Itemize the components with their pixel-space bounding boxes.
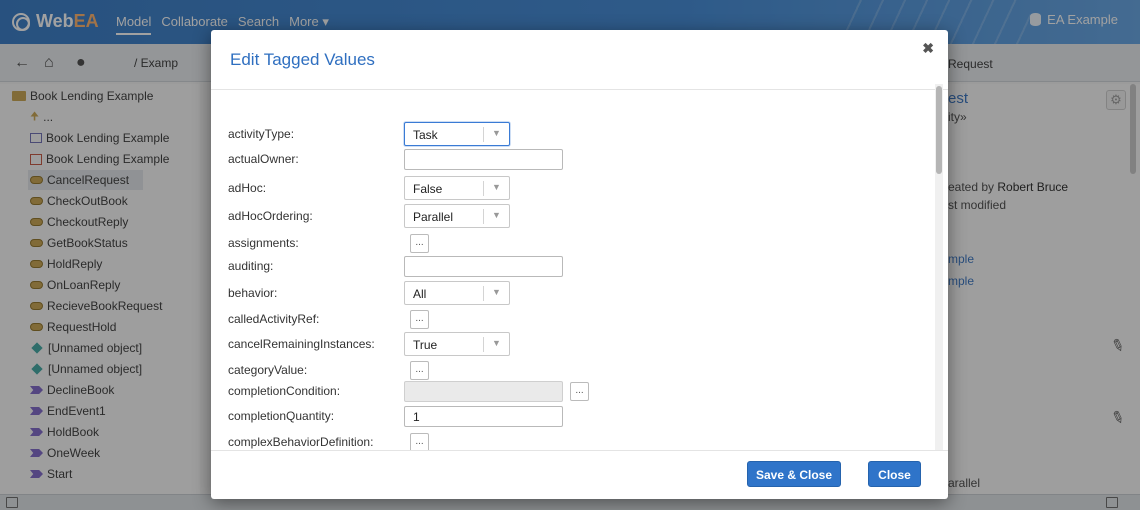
tag-name-label: auditing: bbox=[228, 259, 274, 273]
tag-name-label: adHoc: bbox=[228, 181, 267, 195]
tagged-value-row: activityType: Task ▼ bbox=[211, 122, 935, 146]
tagged-value-row: completionCondition:... bbox=[211, 379, 935, 403]
tag-value-input bbox=[404, 381, 563, 402]
ellipsis-button[interactable]: ... bbox=[410, 310, 429, 329]
chevron-down-icon: ▼ bbox=[492, 287, 501, 297]
tag-name-label: calledActivityRef: bbox=[228, 312, 320, 326]
ellipsis-button[interactable]: ... bbox=[570, 382, 589, 401]
ellipsis-button[interactable]: ... bbox=[410, 433, 429, 450]
tagged-value-row: adHocOrdering: Parallel ▼ bbox=[211, 204, 935, 228]
select-divider bbox=[483, 337, 484, 352]
tag-name-label: adHocOrdering: bbox=[228, 209, 313, 223]
tagged-value-row: calledActivityRef:... bbox=[211, 307, 935, 331]
select-divider bbox=[483, 181, 484, 196]
save-and-close-button[interactable]: Save & Close bbox=[747, 461, 841, 487]
select-value: True bbox=[413, 338, 438, 352]
input-value: 1 bbox=[413, 410, 420, 424]
tag-value-select[interactable]: Task ▼ bbox=[404, 122, 510, 146]
tag-value-input[interactable]: 1 bbox=[404, 406, 563, 427]
tagged-value-row: auditing: bbox=[211, 254, 935, 278]
tag-name-label: actualOwner: bbox=[228, 152, 299, 166]
close-icon[interactable]: ✖ bbox=[922, 40, 934, 57]
close-button[interactable]: Close bbox=[868, 461, 921, 487]
tag-value-select[interactable]: Parallel ▼ bbox=[404, 204, 510, 228]
tag-value-select[interactable]: False ▼ bbox=[404, 176, 510, 200]
tagged-value-row: cancelRemainingInstances: True ▼ bbox=[211, 332, 935, 356]
divider bbox=[211, 450, 948, 451]
chevron-down-icon: ▼ bbox=[492, 210, 501, 220]
select-value: False bbox=[413, 182, 443, 196]
tag-name-label: completionQuantity: bbox=[228, 409, 335, 423]
tag-name-label: activityType: bbox=[228, 127, 295, 141]
tag-name-label: completionCondition: bbox=[228, 384, 341, 398]
chevron-down-icon: ▼ bbox=[492, 182, 501, 192]
tag-value-select[interactable]: All ▼ bbox=[404, 281, 510, 305]
select-divider bbox=[483, 286, 484, 301]
tag-name-label: behavior: bbox=[228, 286, 278, 300]
edit-tagged-values-dialog: Edit Tagged Values ✖ activityType: Task ▼ a… bbox=[211, 30, 948, 499]
dialog-scrollbar[interactable] bbox=[935, 84, 943, 450]
select-value: Parallel bbox=[413, 210, 454, 224]
tag-name-label: complexBehaviorDefinition: bbox=[228, 435, 374, 449]
select-value: Task bbox=[413, 128, 438, 142]
select-divider bbox=[483, 209, 484, 224]
dialog-title: Edit Tagged Values bbox=[230, 50, 375, 69]
tag-name-label: categoryValue: bbox=[228, 363, 308, 377]
chevron-down-icon: ▼ bbox=[492, 338, 501, 348]
tagged-value-row: behavior: All ▼ bbox=[211, 281, 935, 305]
chevron-down-icon: ▼ bbox=[492, 128, 501, 138]
select-value: All bbox=[413, 287, 427, 301]
tag-name-label: assignments: bbox=[228, 236, 299, 250]
scrollbar-thumb[interactable] bbox=[936, 86, 942, 174]
tag-value-input[interactable] bbox=[404, 149, 563, 170]
ellipsis-button[interactable]: ... bbox=[410, 361, 429, 380]
tagged-value-row: complexBehaviorDefinition:... bbox=[211, 430, 935, 450]
tag-value-select[interactable]: True ▼ bbox=[404, 332, 510, 356]
tagged-value-row: adHoc: False ▼ bbox=[211, 176, 935, 200]
select-divider bbox=[483, 127, 484, 142]
tagged-value-row: completionQuantity: 1 bbox=[211, 404, 935, 428]
tagged-value-row: actualOwner: bbox=[211, 147, 935, 171]
ellipsis-button[interactable]: ... bbox=[410, 234, 429, 253]
tagged-value-row: assignments:... bbox=[211, 231, 935, 255]
tag-name-label: cancelRemainingInstances: bbox=[228, 337, 375, 351]
tagged-values-list: activityType: Task ▼ actualOwner: adHoc: Fals… bbox=[211, 90, 935, 450]
tag-value-input[interactable] bbox=[404, 256, 563, 277]
